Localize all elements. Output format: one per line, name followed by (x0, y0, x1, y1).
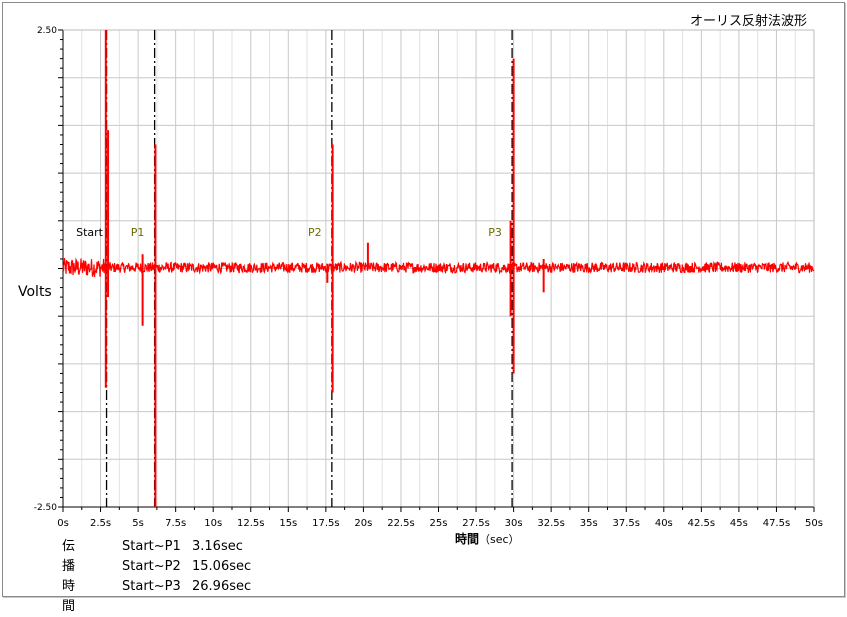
summary-key: Start~P2 (122, 559, 181, 574)
x-tick-label: 5s (132, 518, 144, 529)
x-tick-label: 50s (805, 518, 823, 529)
y-axis-label: Volts (18, 284, 52, 300)
x-axis-label: 時間（sec） (455, 530, 520, 547)
x-tick-label: 35s (580, 518, 598, 529)
x-tick-label: 32.5s (537, 518, 564, 529)
x-tick-label: 0s (57, 518, 69, 529)
summary-value: 26.96sec (192, 579, 252, 594)
x-tick-label: 20s (354, 518, 372, 529)
x-tick-label: 40s (655, 518, 673, 529)
waveform-chart: 2.50 -2.50 0s 2.5s 5s 7.5s 10s 12.5s 15s 17.5s 20s… (34, 26, 823, 529)
x-tick-label: 45s (730, 518, 748, 529)
x-axis-label-text: 時間 (455, 532, 480, 546)
x-tick-label: 10s (204, 518, 222, 529)
marker-label: P3 (488, 226, 502, 239)
x-tick-label: 42.5s (688, 518, 715, 529)
x-tick-label: 47.5s (763, 518, 790, 529)
marker-label: P1 (131, 226, 145, 239)
y-tick-label: -2.50 (34, 503, 58, 513)
x-tick-label: 27.5s (462, 518, 489, 529)
marker-label: P2 (308, 226, 322, 239)
x-tick-label: 15s (279, 518, 297, 529)
x-tick-label: 25s (430, 518, 448, 529)
x-tick-label: 2.5s (90, 518, 111, 529)
summary-value: 15.06sec (192, 559, 252, 574)
x-axis-unit: （sec） (479, 533, 520, 546)
x-tick-label: 12.5s (237, 518, 264, 529)
x-tick-label: 37.5s (613, 518, 640, 529)
chart-title: オーリス反射法波形 (689, 14, 807, 29)
x-tick-label: 22.5s (387, 518, 414, 529)
summary-label: 伝播時間 (62, 539, 76, 614)
summary-key: Start~P3 (122, 579, 181, 594)
summary-key: Start~P1 (122, 539, 181, 554)
x-tick-label: 17.5s (312, 518, 339, 529)
x-tick-label: 7.5s (165, 518, 186, 529)
marker-label: Start (76, 226, 104, 239)
summary-value: 3.16sec (192, 539, 243, 554)
y-tick-label: 2.50 (37, 26, 57, 36)
x-tick-label: 30s (505, 518, 523, 529)
